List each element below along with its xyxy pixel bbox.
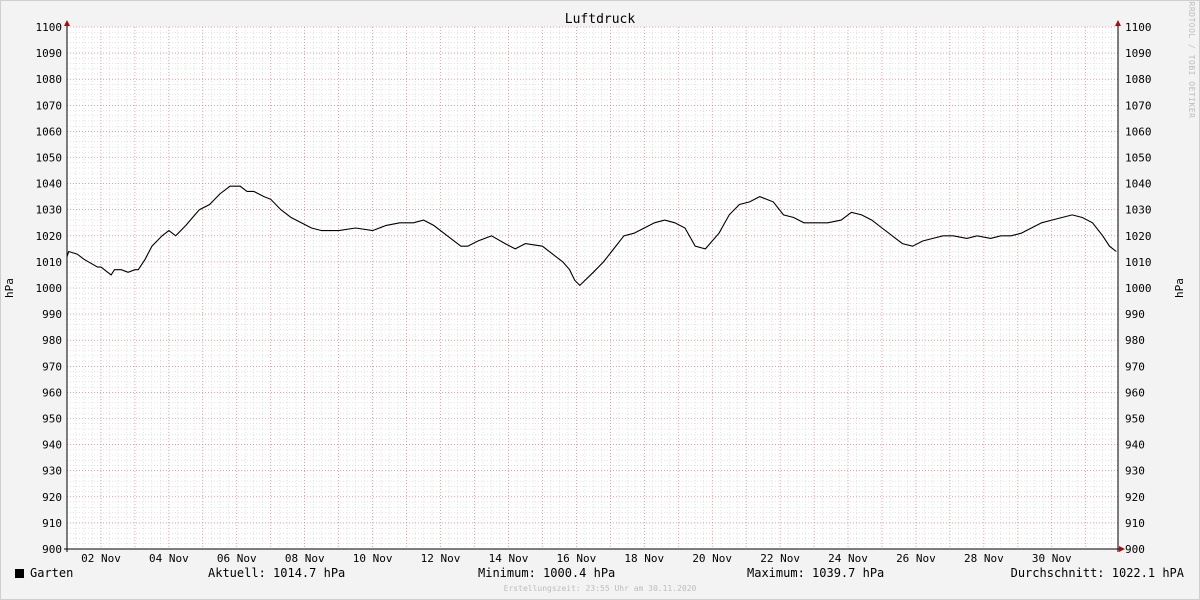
y-tick-label-left: 920 [42, 491, 62, 504]
y-axis-left-label: hPa [3, 278, 16, 298]
legend-maximum: Maximum: 1039.7 hPa [747, 566, 885, 580]
x-tick-label: 12 Nov [421, 552, 461, 565]
legend-current: Aktuell: 1014.7 hPa [208, 566, 346, 580]
y-tick-label-right: 950 [1125, 413, 1145, 426]
x-tick-label: 18 Nov [624, 552, 664, 565]
y-axis-left-ticks: 900 910 920 930 940 950 960 970 980 990 1000 1010 10… [36, 21, 63, 556]
y-tick-label-right: 1030 [1125, 204, 1152, 217]
y-axis-right-label: hPa [1173, 278, 1186, 298]
x-tick-label: 26 Nov [896, 552, 936, 565]
y-tick-label-right: 1000 [1125, 282, 1152, 295]
y-tick-label-left: 1000 [36, 282, 63, 295]
x-tick-label: 08 Nov [285, 552, 325, 565]
y-axis-left-arrow-icon [64, 20, 70, 26]
y-tick-label-right: 960 [1125, 386, 1145, 399]
y-tick-label-left: 1030 [36, 204, 63, 217]
x-tick-label: 30 Nov [1032, 552, 1072, 565]
y-tick-label-right: 990 [1125, 308, 1145, 321]
y-tick-label-left: 930 [42, 465, 62, 478]
y-axis-right-ticks: 900 910 920 930 940 950 960 970 980 990 1000 1010 10… [1125, 21, 1152, 556]
x-tick-label: 22 Nov [760, 552, 800, 565]
y-tick-label-right: 1060 [1125, 125, 1152, 138]
watermark: RRDTOOL / TOBI OETIKER [1187, 2, 1196, 119]
y-tick-label-left: 1010 [36, 256, 63, 269]
y-tick-label-right: 1040 [1125, 178, 1152, 191]
y-tick-label-right: 1090 [1125, 47, 1152, 60]
y-tick-label-left: 1020 [36, 230, 63, 243]
y-tick-label-left: 940 [42, 439, 62, 452]
y-tick-label-left: 1090 [36, 47, 63, 60]
x-tick-label: 16 Nov [556, 552, 596, 565]
x-tick-label: 24 Nov [828, 552, 868, 565]
y-tick-label-right: 970 [1125, 360, 1145, 373]
y-tick-label-left: 1060 [36, 125, 63, 138]
legend-minimum: Minimum: 1000.4 hPa [478, 566, 616, 580]
chart-title: Luftdruck [565, 12, 636, 27]
pressure-chart: 900 910 920 930 940 950 960 970 980 990 1000 1010 10… [3, 2, 1196, 565]
y-tick-label-left: 1080 [36, 73, 63, 86]
y-tick-label-right: 910 [1125, 517, 1145, 530]
x-tick-label: 02 Nov [81, 552, 121, 565]
y-tick-label-left: 990 [42, 308, 62, 321]
x-tick-label: 10 Nov [353, 552, 393, 565]
x-tick-label: 20 Nov [692, 552, 732, 565]
y-tick-label-right: 980 [1125, 334, 1145, 347]
y-tick-label-left: 910 [42, 517, 62, 530]
x-axis-ticks: 02 Nov 04 Nov 06 Nov 08 Nov 10 Nov 12 Nov 14 N… [81, 552, 1072, 565]
y-axis-right-arrow-icon [1115, 20, 1121, 26]
x-tick-label: 14 Nov [489, 552, 529, 565]
y-tick-label-right: 1020 [1125, 230, 1152, 243]
x-tick-label: 04 Nov [149, 552, 189, 565]
y-tick-label-right: 900 [1125, 543, 1145, 556]
y-tick-label-left: 960 [42, 386, 62, 399]
y-tick-label-left: 1070 [36, 99, 63, 112]
x-tick-label: 06 Nov [217, 552, 257, 565]
x-tick-label: 28 Nov [964, 552, 1004, 565]
y-tick-label-left: 1100 [36, 21, 63, 34]
y-tick-label-left: 1040 [36, 178, 63, 191]
legend-swatch [15, 569, 24, 578]
y-tick-label-right: 1080 [1125, 73, 1152, 86]
y-tick-label-left: 1050 [36, 152, 63, 165]
legend-item-garten: Garten [15, 566, 73, 580]
y-tick-label-right: 930 [1125, 465, 1145, 478]
y-tick-label-right: 940 [1125, 439, 1145, 452]
y-tick-label-left: 970 [42, 360, 62, 373]
y-tick-label-right: 920 [1125, 491, 1145, 504]
legend-row: Garten Aktuell: 1014.7 hPa Minimum: 1000… [0, 566, 1200, 584]
creation-time: Erstellungszeit: 23:55 Uhr am 30.11.2020 [503, 584, 697, 593]
y-tick-label-right: 1100 [1125, 21, 1152, 34]
legend-average: Durchschnitt: 1022.1 hPA [1010, 566, 1184, 580]
y-tick-label-right: 1050 [1125, 152, 1152, 165]
y-tick-label-left: 980 [42, 334, 62, 347]
legend-series-name: Garten [30, 566, 74, 580]
y-tick-label-left: 900 [42, 543, 62, 556]
y-tick-label-right: 1070 [1125, 99, 1152, 112]
y-tick-label-right: 1010 [1125, 256, 1152, 269]
y-tick-label-left: 950 [42, 413, 62, 426]
